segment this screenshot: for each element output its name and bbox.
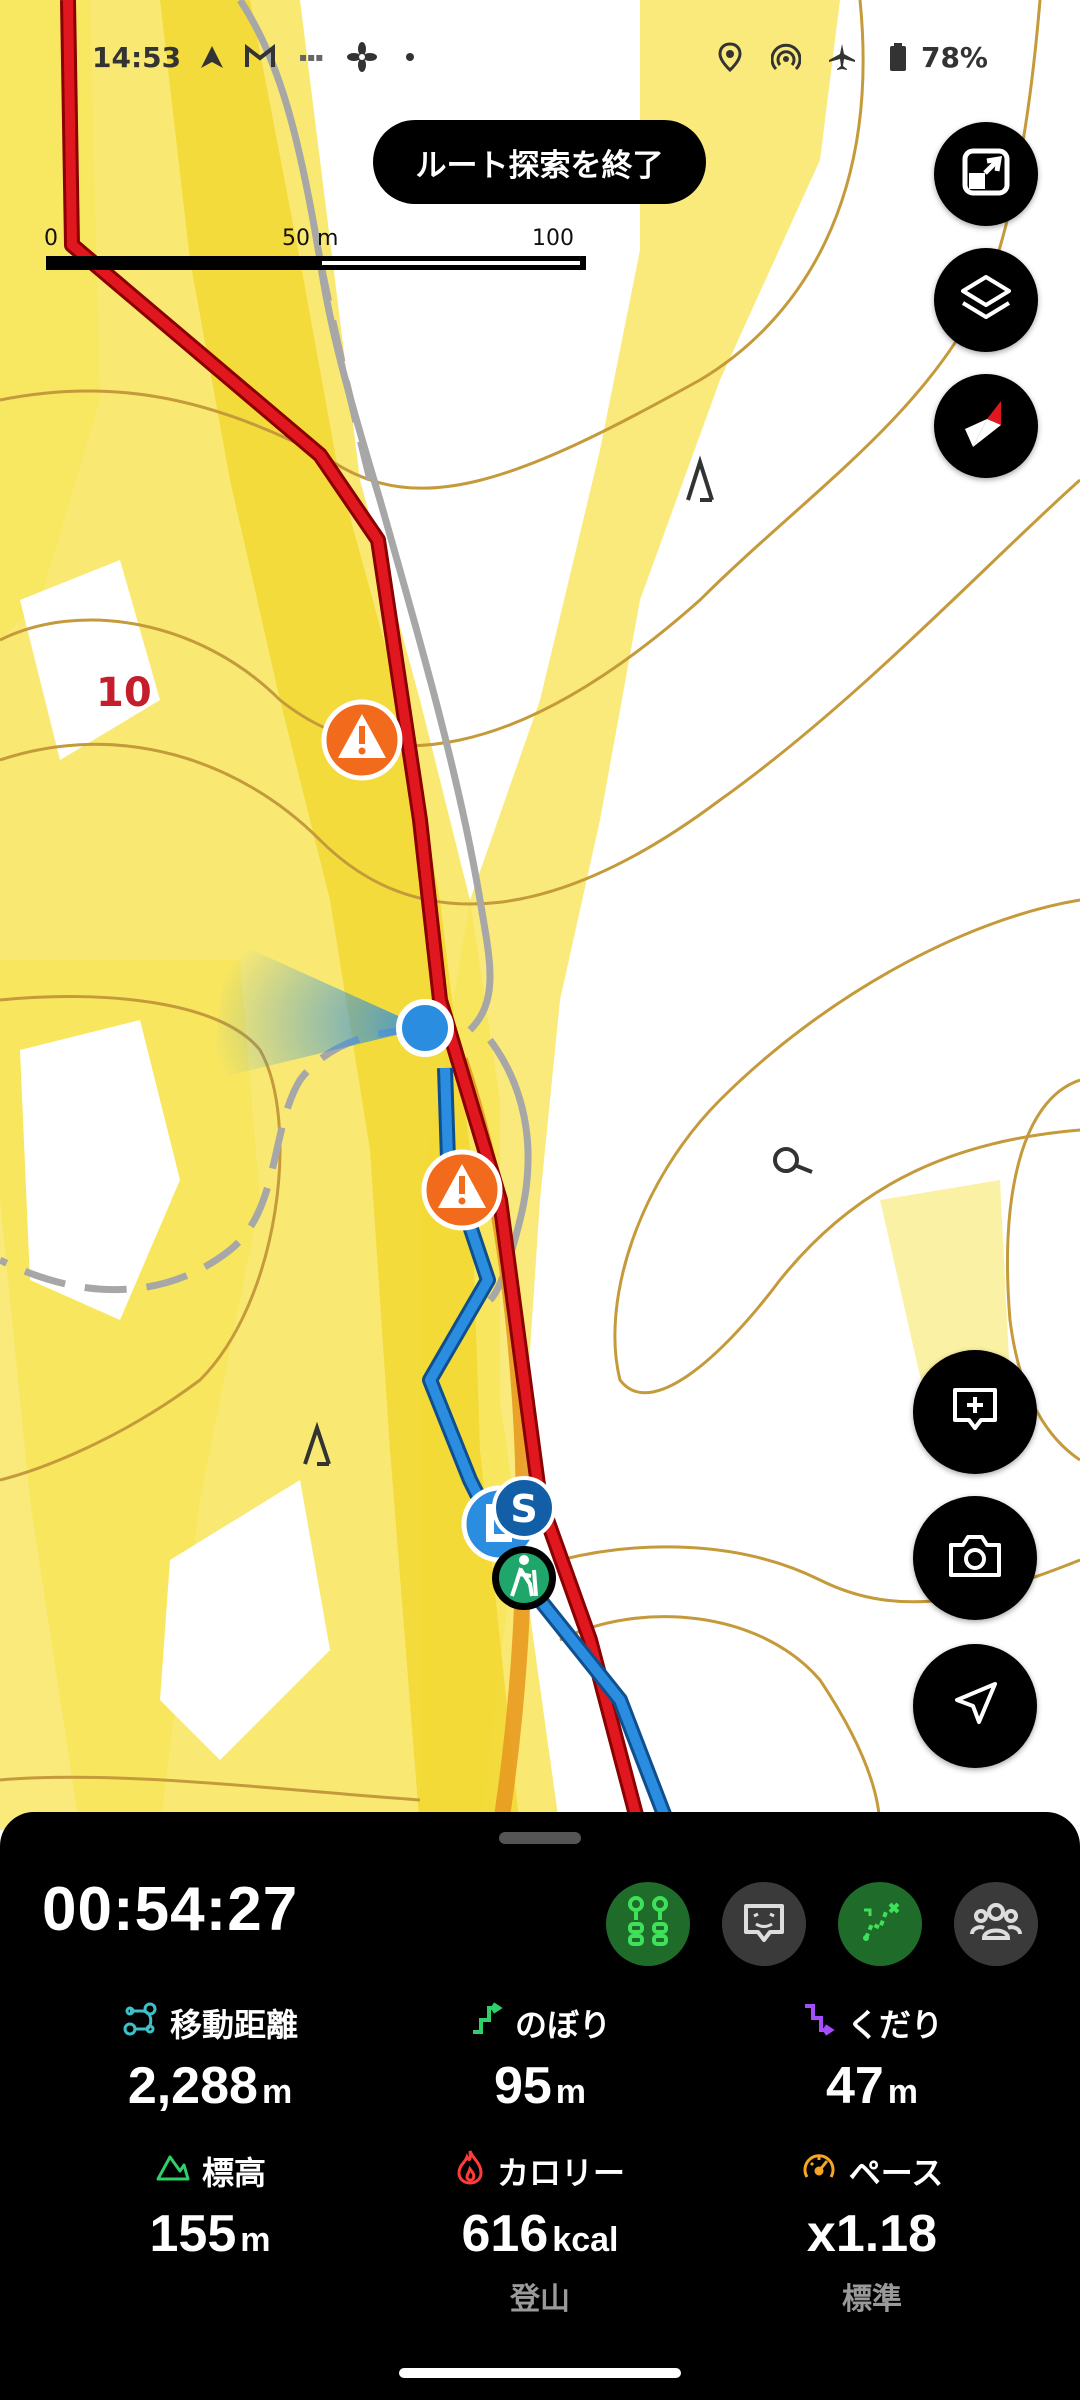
fullscreen-exit-icon xyxy=(961,147,1011,201)
ascent-value: 95 xyxy=(493,2057,552,2115)
mountain-icon xyxy=(154,2151,190,2191)
activity-panel[interactable]: 00:54:27 移動距離 2,288 m のぼり 95 m くだり 47 m 標高 … xyxy=(0,1812,1080,2400)
app-icon: ▪▪▪ xyxy=(298,50,324,64)
pace-value: x1.18 xyxy=(806,2205,938,2263)
stat-pace: ペース x1.18 標準 xyxy=(722,2148,1022,2318)
locate-button[interactable] xyxy=(913,1644,1037,1768)
warning-marker[interactable] xyxy=(421,1149,503,1231)
scale-tick-0: 0 xyxy=(44,226,58,251)
locate-icon xyxy=(949,1678,1001,1734)
scale-tick-50: 50 m xyxy=(282,226,339,251)
location-icon xyxy=(713,40,747,74)
stat-distance: 移動距離 2,288 m xyxy=(60,2000,360,2116)
descent-label: くだり xyxy=(846,2006,943,2044)
group-icon xyxy=(970,1900,1022,1948)
status-time: 14:53 xyxy=(92,40,182,74)
contour-label: 10 xyxy=(96,670,152,716)
route-branch-button[interactable] xyxy=(838,1882,922,1966)
navigation-icon xyxy=(195,40,229,74)
camera-button[interactable] xyxy=(913,1496,1037,1620)
current-location-dot xyxy=(396,999,454,1057)
start-marker[interactable]: S xyxy=(492,1476,556,1540)
distance-icon xyxy=(122,2001,158,2045)
add-note-icon xyxy=(949,1384,1001,1440)
pace-label: ペース xyxy=(848,2154,944,2192)
svg-text:S: S xyxy=(510,1487,537,1531)
scale-bar: 0 50 m 100 m xyxy=(44,226,586,276)
stat-elevation: 標高 155 m xyxy=(60,2148,360,2264)
elevation-unit: m xyxy=(240,2221,271,2259)
gesture-nav-bar[interactable] xyxy=(399,2368,681,2378)
compass-icon xyxy=(957,395,1015,457)
fan-icon xyxy=(345,40,379,74)
dot-icon xyxy=(393,40,427,74)
face-icon xyxy=(740,1898,788,1950)
speedometer-icon xyxy=(801,2149,837,2193)
flame-icon xyxy=(455,2149,485,2193)
face-button[interactable] xyxy=(722,1882,806,1966)
end-route-search-button[interactable]: ルート探索を終了 xyxy=(373,120,706,204)
calories-unit: kcal xyxy=(552,2221,619,2259)
distance-value: 2,288 xyxy=(127,2057,258,2115)
add-note-button[interactable] xyxy=(913,1350,1037,1474)
ascent-label: のぼり xyxy=(514,2006,611,2044)
battery-level: 78% xyxy=(920,40,988,74)
battery-icon xyxy=(881,40,915,74)
pace-level: 標準 xyxy=(842,2282,902,2317)
stat-ascent: のぼり 95 m xyxy=(390,2000,690,2116)
airplane-icon xyxy=(825,40,859,74)
distance-unit: m xyxy=(261,2073,293,2111)
descent-icon xyxy=(801,2002,835,2044)
warning-marker[interactable] xyxy=(321,699,403,781)
layers-button[interactable] xyxy=(934,248,1038,352)
calories-value: 616 xyxy=(461,2205,549,2263)
group-button[interactable] xyxy=(954,1882,1038,1966)
ascent-icon xyxy=(469,2002,503,2044)
fullscreen-exit-button[interactable] xyxy=(934,122,1038,226)
distance-label: 移動距離 xyxy=(169,2006,298,2044)
elevation-label: 標高 xyxy=(201,2154,266,2192)
route-branch-icon xyxy=(856,1898,904,1950)
elevation-value: 155 xyxy=(149,2205,237,2263)
layers-icon xyxy=(959,271,1013,329)
stat-calories: カロリー 616 kcal 登山 xyxy=(390,2148,690,2318)
descent-value: 47 xyxy=(825,2057,884,2115)
hotspot-icon xyxy=(769,40,803,74)
camera-icon xyxy=(947,1531,1003,1585)
hiker-marker[interactable] xyxy=(492,1546,556,1610)
elapsed-time: 00:54:27 xyxy=(42,1875,299,1944)
descent-unit: m xyxy=(887,2073,919,2111)
stat-descent: くだり 47 m xyxy=(722,2000,1022,2116)
panel-drag-handle[interactable] xyxy=(499,1832,581,1844)
activity-type: 登山 xyxy=(510,2282,570,2317)
status-bar: 14:53 ▪▪▪ 78% xyxy=(0,40,1080,84)
compass-button[interactable] xyxy=(934,374,1038,478)
gmail-icon xyxy=(243,40,277,74)
route-marker-button[interactable] xyxy=(606,1882,690,1966)
calories-label: カロリー xyxy=(496,2154,625,2192)
route-marker-icon xyxy=(624,1894,672,1954)
scale-bar-segment xyxy=(322,261,580,265)
ascent-unit: m xyxy=(555,2073,587,2111)
